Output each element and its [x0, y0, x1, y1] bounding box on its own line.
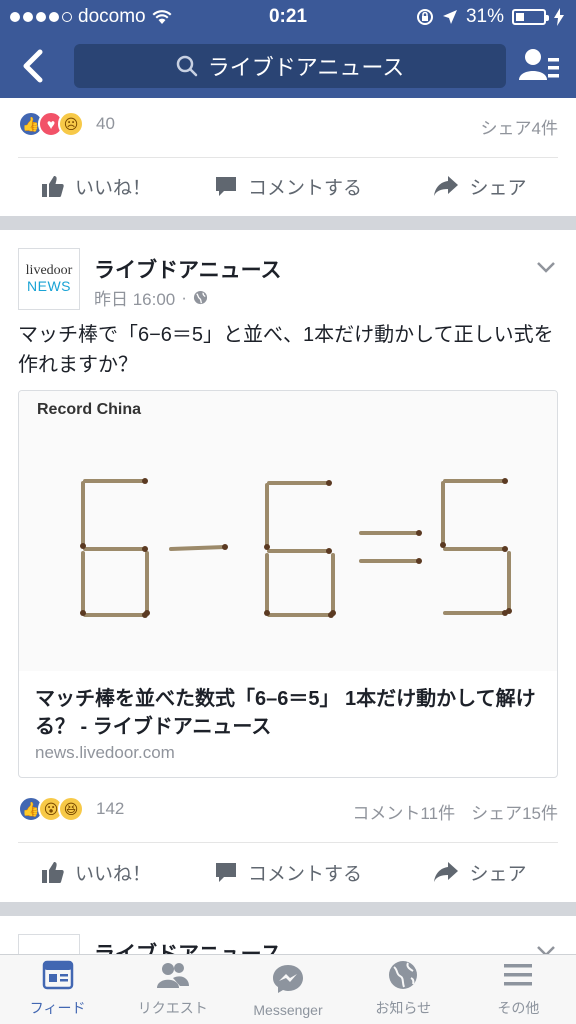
status-bar: docomo 0:21 31% [0, 0, 576, 34]
avatar-line-2: NEWS [27, 278, 71, 294]
like-label: いいね！ [74, 177, 151, 199]
share-label: シェア [469, 177, 527, 199]
sad-reaction-icon: ☹ [58, 111, 84, 137]
link-preview[interactable]: Record China マッチ棒を並べた数式「6–6＝5」 1本だけ動かして解… [18, 390, 558, 778]
tab-more[interactable]: その他 [461, 955, 576, 1024]
top-bar: docomo 0:21 31% ライブドアニュース [0, 0, 576, 98]
chevron-down-icon[interactable] [536, 260, 556, 274]
comment-icon [215, 177, 236, 196]
back-icon[interactable] [18, 48, 50, 84]
menu-icon [504, 964, 533, 986]
post-meta: 昨日 16:00 · [94, 285, 208, 310]
matchstick-equation-image [80, 478, 512, 618]
share-label: シェア [469, 863, 527, 885]
comment-button[interactable]: コメントする [192, 158, 384, 214]
post-card-1: 👍 ♥ ☹ 40 シェア4件 いいね！ コメントする シェア [0, 98, 576, 216]
tab-feed[interactable]: フィード [0, 955, 115, 1024]
share-button[interactable]: シェア [384, 844, 576, 900]
page-avatar[interactable]: livedoor NEWS [18, 248, 80, 310]
avatar-line-1: livedoor [25, 263, 73, 279]
engagement-counts: コメント11件 シェア15件 [352, 799, 558, 824]
thumbs-up-icon [41, 862, 64, 883]
tab-bar: フィード リクエスト Messenger お知らせ その他 [0, 954, 576, 1024]
location-icon [442, 10, 457, 24]
image-watermark: Record China [37, 401, 142, 418]
reaction-icons: 👍 😮 😆 [18, 796, 84, 822]
action-bar: いいね！ コメントする シェア [0, 158, 576, 214]
rotation-lock-icon [416, 9, 433, 25]
friends-icon [156, 963, 189, 988]
tab-messenger[interactable]: Messenger [230, 955, 345, 1024]
search-input[interactable]: ライブドアニュース [74, 44, 506, 88]
tab-label: その他 [497, 1000, 540, 1016]
share-count[interactable]: シェア4件 [481, 114, 558, 139]
tab-requests[interactable]: リクエスト [115, 955, 230, 1024]
tab-label: お知らせ [375, 1000, 432, 1016]
search-icon [176, 55, 198, 77]
comment-icon [215, 863, 236, 882]
tab-label: フィード [29, 1000, 86, 1016]
post-source-name[interactable]: ライブドアニュース [94, 254, 282, 284]
nav-bar: ライブドアニュース [0, 34, 576, 98]
comment-button[interactable]: コメントする [192, 844, 384, 900]
battery-percent: 31% [465, 6, 504, 27]
divider [18, 842, 558, 843]
like-button[interactable]: いいね！ [0, 158, 192, 214]
reaction-icons: 👍 ♥ ☹ [18, 111, 84, 137]
post-card-2: livedoor NEWS ライブドアニュース 昨日 16:00 · マッチ棒で… [0, 230, 576, 902]
reaction-summary[interactable]: 👍 😮 😆 142 [18, 796, 124, 822]
post-time[interactable]: 昨日 16:00 [94, 285, 175, 310]
post-text: マッチ棒で「6−6＝5」と並べ、1本だけ動かして正しい式を作れますか？ [18, 324, 554, 376]
link-domain: news.livedoor.com [35, 743, 175, 762]
reaction-summary[interactable]: 👍 ♥ ☹ 40 [18, 111, 115, 137]
share-icon [434, 862, 459, 882]
action-bar: いいね！ コメントする シェア [0, 844, 576, 900]
search-text: ライブドアニュース [207, 55, 405, 80]
meta-separator: · [181, 287, 187, 307]
comment-label: コメントする [247, 863, 362, 885]
thumbs-up-icon [41, 176, 64, 197]
tab-notifications[interactable]: お知らせ [346, 955, 461, 1024]
share-icon [434, 176, 459, 196]
like-label: いいね！ [74, 863, 151, 885]
feed-icon [42, 960, 73, 990]
tab-label: リクエスト [137, 1000, 208, 1016]
tab-label: Messenger [253, 1002, 323, 1018]
comment-count[interactable]: コメント11件 [352, 799, 455, 824]
haha-reaction-icon: 😆 [58, 796, 84, 822]
reaction-count: 40 [96, 114, 115, 133]
link-title: マッチ棒を並べた数式「6–6＝5」 1本だけ動かして解ける？ - ライブドアニュ… [35, 688, 536, 738]
share-button[interactable]: シェア [384, 158, 576, 214]
charging-icon [554, 8, 564, 26]
globe-icon [389, 961, 418, 989]
link-image: Record China [19, 391, 557, 671]
like-button[interactable]: いいね！ [0, 844, 192, 900]
comment-label: コメントする [247, 177, 362, 199]
status-right: 31% [416, 6, 564, 28]
friends-list-icon[interactable] [518, 46, 560, 86]
globe-privacy-icon [193, 290, 207, 305]
share-count[interactable]: シェア15件 [471, 799, 558, 824]
messenger-icon [273, 965, 303, 993]
battery-icon [512, 9, 549, 25]
reaction-count: 142 [96, 799, 125, 818]
